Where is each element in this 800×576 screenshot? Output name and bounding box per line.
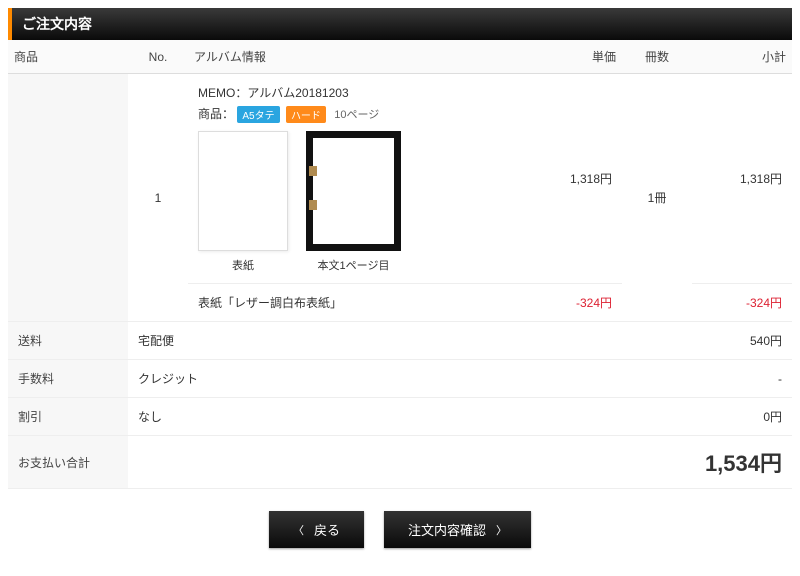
- th-no: No.: [128, 40, 188, 74]
- fee-method: クレジット: [128, 360, 692, 398]
- button-row: 〈 戻る 注文内容確認 〉: [8, 489, 792, 576]
- chevron-left-icon: 〈: [293, 522, 304, 538]
- fee-row: 手数料 クレジット -: [8, 360, 792, 398]
- th-info: アルバム情報: [188, 40, 542, 74]
- total-spacer: [128, 436, 692, 489]
- confirm-button[interactable]: 注文内容確認 〉: [384, 511, 531, 548]
- memo-line: MEMO：アルバム20181203: [198, 84, 532, 101]
- discount-method: なし: [128, 398, 692, 436]
- shipping-row: 送料 宅配便 540円: [8, 322, 792, 360]
- badge-type: ハード: [286, 106, 326, 123]
- cell-qty: 1冊: [622, 74, 692, 322]
- item-row: 1 MEMO：アルバム20181203 商品： A5タテ ハード 10ページ: [8, 74, 792, 284]
- cell-discount-price: -324円: [542, 284, 622, 322]
- memo-prefix: MEMO：: [198, 86, 247, 100]
- back-button[interactable]: 〈 戻る: [269, 511, 364, 548]
- thumb-page: [306, 131, 401, 251]
- total-label: お支払い合計: [8, 436, 128, 489]
- th-qty: 冊数: [622, 40, 692, 74]
- thumb-cover-wrap: 表紙: [198, 131, 288, 273]
- spec-prefix: 商品：: [198, 107, 234, 121]
- discount-value: 0円: [692, 398, 792, 436]
- th-price: 単価: [542, 40, 622, 74]
- confirm-button-label: 注文内容確認: [408, 520, 486, 539]
- thumbnails: 表紙 本文1ページ目: [198, 131, 532, 273]
- discount-label: 割引: [8, 398, 128, 436]
- chevron-right-icon: 〉: [496, 522, 507, 538]
- thumb-page-caption: 本文1ページ目: [318, 257, 390, 273]
- cell-unit-price: 1,318円: [542, 74, 622, 284]
- th-sub: 小計: [692, 40, 792, 74]
- cell-discount-sub: -324円: [692, 284, 792, 322]
- cell-product: [8, 74, 128, 322]
- order-table: 商品 No. アルバム情報 単価 冊数 小計 1 MEMO：アルバム201812…: [8, 40, 792, 489]
- cell-subtotal: 1,318円: [692, 74, 792, 284]
- spec-line: 商品： A5タテ ハード 10ページ: [198, 105, 532, 123]
- discount-row: 割引 なし 0円: [8, 398, 792, 436]
- cell-discount-label: 表紙「レザー調白布表紙」: [188, 284, 542, 322]
- shipping-method: 宅配便: [128, 322, 692, 360]
- thumb-cover-caption: 表紙: [232, 257, 254, 273]
- thumb-cover: [198, 131, 288, 251]
- fee-value: -: [692, 360, 792, 398]
- fee-label: 手数料: [8, 360, 128, 398]
- section-heading: ご注文内容: [8, 8, 792, 40]
- thumb-page-wrap: 本文1ページ目: [306, 131, 401, 273]
- total-value: 1,534円: [692, 436, 792, 489]
- cell-no: 1: [128, 74, 188, 322]
- memo-value: アルバム20181203: [247, 86, 348, 100]
- shipping-value: 540円: [692, 322, 792, 360]
- back-button-label: 戻る: [314, 520, 340, 539]
- badge-size: A5タテ: [237, 106, 279, 123]
- th-product: 商品: [8, 40, 128, 74]
- cell-info: MEMO：アルバム20181203 商品： A5タテ ハード 10ページ 表紙: [188, 74, 542, 284]
- shipping-label: 送料: [8, 322, 128, 360]
- page-count: 10ページ: [334, 109, 379, 121]
- total-row: お支払い合計 1,534円: [8, 436, 792, 489]
